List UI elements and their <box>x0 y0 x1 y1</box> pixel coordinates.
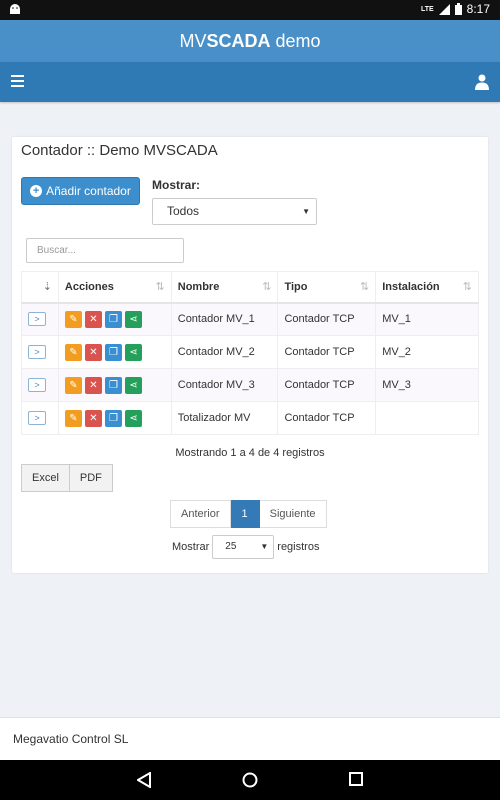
share-icon[interactable]: ⋖ <box>124 376 142 394</box>
signal-icon <box>438 3 450 15</box>
cell-nombre: Contador MV_1 <box>170 302 279 336</box>
edit-icon[interactable]: ✎ <box>64 376 82 394</box>
cell-nombre: Contador MV_3 <box>170 368 279 402</box>
battery-icon <box>454 3 462 15</box>
page-length-select[interactable]: 25 ▼ <box>212 535 275 559</box>
share-icon[interactable]: ⋖ <box>124 343 142 361</box>
pdf-button[interactable]: PDF <box>69 464 113 492</box>
excel-button[interactable]: Excel <box>21 464 70 492</box>
page-title: Contador :: Demo MVSCADA <box>21 142 218 159</box>
edit-icon[interactable]: ✎ <box>64 409 82 427</box>
sort-icon: ⇅ <box>262 281 272 293</box>
expand-row-button[interactable]: > <box>28 378 46 392</box>
page-length-control: Mostrar 25 ▼ registros <box>172 535 319 559</box>
expand-row-button[interactable]: > <box>28 345 46 359</box>
network-type: LTE <box>420 5 434 13</box>
add-contador-label: Añadir contador <box>46 184 131 198</box>
cell-tipo: Contador TCP <box>277 302 377 336</box>
delete-icon[interactable]: ✕ <box>84 310 102 328</box>
column-header-nombre[interactable]: Nombre ⇅ <box>170 271 279 304</box>
delete-icon[interactable]: ✕ <box>84 409 102 427</box>
cell-tipo: Contador TCP <box>277 401 377 435</box>
cell-instalacion: MV_3 <box>375 368 479 402</box>
cell-nombre: Totalizador MV <box>170 401 279 435</box>
clipboard-icon[interactable]: ❐ <box>104 343 122 361</box>
android-notification-icon <box>10 4 20 14</box>
column-header-tipo[interactable]: Tipo ⇅ <box>277 271 377 304</box>
plus-circle-icon: + <box>30 185 43 197</box>
table-row: > ✎ ✕ ❐ ⋖ Contador MV_3 Contador TCP MV_… <box>21 368 479 402</box>
column-header-instalacion[interactable]: Instalación ⇅ <box>375 271 479 304</box>
search-input[interactable]: Buscar... <box>26 238 184 263</box>
top-navbar <box>0 62 500 102</box>
user-icon[interactable] <box>475 74 489 90</box>
page-length-label-post: registros <box>277 541 320 553</box>
expand-row-button[interactable]: > <box>28 411 46 425</box>
recents-icon[interactable] <box>349 772 363 786</box>
home-icon[interactable] <box>242 772 258 788</box>
page-length-value: 25 <box>225 541 237 552</box>
contador-panel: Contador :: Demo MVSCADA + Añadir contad… <box>12 137 488 573</box>
table-row: > ✎ ✕ ❐ ⋖ Totalizador MV Contador TCP <box>21 401 479 435</box>
clipboard-icon[interactable]: ❐ <box>104 409 122 427</box>
next-page-button[interactable]: Siguiente <box>259 500 327 528</box>
page-1-button[interactable]: 1 <box>230 500 260 528</box>
sort-icon: ⇅ <box>359 281 370 293</box>
page-length-label-pre: Mostrar <box>172 541 210 553</box>
back-icon[interactable] <box>137 772 151 788</box>
add-contador-button[interactable]: + Añadir contador <box>21 177 140 205</box>
show-filter-value: Todos <box>167 204 200 218</box>
delete-icon[interactable]: ✕ <box>84 376 102 394</box>
android-navigation-bar <box>0 760 500 800</box>
export-buttons: Excel PDF <box>21 464 113 492</box>
status-bar: LTE 8:17 <box>0 0 500 20</box>
chevron-down-icon: ▼ <box>302 207 310 216</box>
contador-table: ⇣ Acciones ⇅ Nombre ⇅ Tipo ⇅ Instalación ⇅ >… <box>21 271 479 435</box>
column-header-acciones[interactable]: Acciones ⇅ <box>57 271 172 304</box>
table-row: > ✎ ✕ ❐ ⋖ Contador MV_1 Contador TCP MV_… <box>21 302 479 336</box>
footer-company: Megavatio Control SL <box>13 732 129 746</box>
cell-tipo: Contador TCP <box>277 368 377 402</box>
app-title: MVSCADA demo <box>179 31 321 51</box>
pagination: Anterior 1 Siguiente <box>170 500 327 528</box>
cell-instalacion <box>375 401 479 435</box>
table-info: Mostrando 1 a 4 de 4 registros <box>175 447 325 459</box>
delete-icon[interactable]: ✕ <box>84 343 102 361</box>
cell-tipo: Contador TCP <box>277 335 377 369</box>
app-title-bar: MVSCADA demo <box>0 20 500 62</box>
cell-nombre: Contador MV_2 <box>170 335 279 369</box>
hamburger-menu-icon[interactable] <box>11 75 24 87</box>
table-row: > ✎ ✕ ❐ ⋖ Contador MV_2 Contador TCP MV_… <box>21 335 479 369</box>
chevron-down-icon: ▼ <box>260 542 269 551</box>
clock: 8:17 <box>466 2 490 16</box>
show-filter-select[interactable]: Todos ▼ <box>152 198 317 225</box>
share-icon[interactable]: ⋖ <box>124 409 142 427</box>
sort-descending-icon: ⇣ <box>42 281 52 293</box>
cell-instalacion: MV_2 <box>375 335 479 369</box>
footer: Megavatio Control SL <box>0 717 500 760</box>
cell-instalacion: MV_1 <box>375 302 479 336</box>
show-filter-label: Mostrar: <box>152 178 201 192</box>
sort-icon: ⇅ <box>155 281 165 293</box>
edit-icon[interactable]: ✎ <box>64 343 82 361</box>
share-icon[interactable]: ⋖ <box>124 310 142 328</box>
clipboard-icon[interactable]: ❐ <box>104 376 122 394</box>
column-header-expand[interactable]: ⇣ <box>21 271 59 304</box>
edit-icon[interactable]: ✎ <box>64 310 82 328</box>
sort-icon: ⇅ <box>462 281 472 293</box>
previous-page-button[interactable]: Anterior <box>170 500 231 528</box>
clipboard-icon[interactable]: ❐ <box>104 310 122 328</box>
expand-row-button[interactable]: > <box>28 312 46 327</box>
